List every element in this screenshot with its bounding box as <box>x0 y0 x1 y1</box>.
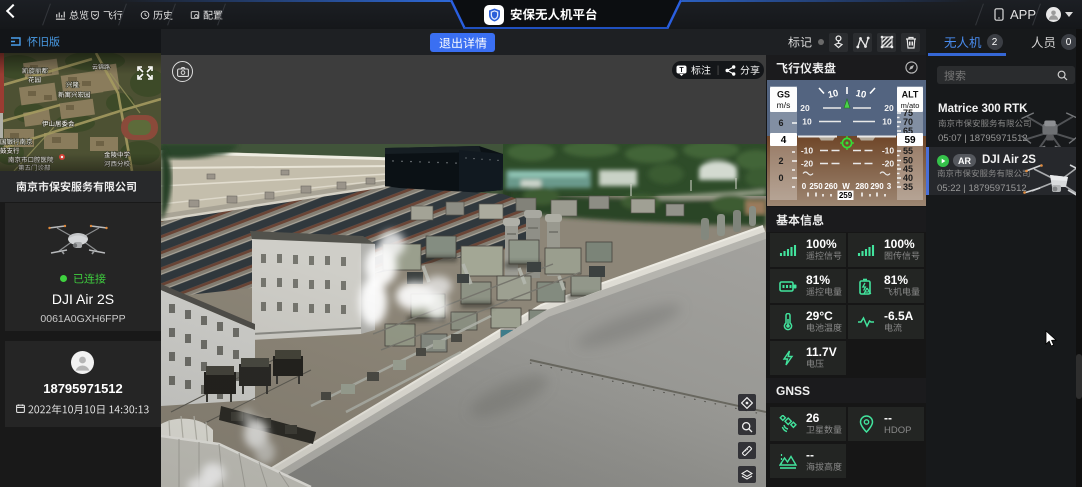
svg-text:250: 250 <box>809 182 823 191</box>
svg-text:35: 35 <box>903 182 913 192</box>
svg-text:3: 3 <box>887 182 892 191</box>
svg-text:4: 4 <box>781 135 787 146</box>
svg-text:ALT: ALT <box>902 90 919 100</box>
svg-text:T: T <box>679 67 684 74</box>
svg-text:55: 55 <box>903 146 913 156</box>
svg-text:280: 280 <box>855 182 869 191</box>
svg-text:290: 290 <box>870 182 884 191</box>
svg-text:20: 20 <box>800 103 810 113</box>
svg-text:-20: -20 <box>801 159 814 169</box>
svg-text:-20: -20 <box>882 159 895 169</box>
svg-text:GS: GS <box>777 90 790 100</box>
svg-text:10: 10 <box>882 117 892 127</box>
svg-text:259: 259 <box>839 191 853 200</box>
svg-text:260: 260 <box>824 182 838 191</box>
svg-text:0: 0 <box>778 173 783 183</box>
svg-text:10: 10 <box>802 117 812 127</box>
svg-text:2: 2 <box>778 156 783 166</box>
svg-text:-10: -10 <box>882 146 895 156</box>
svg-text:59: 59 <box>904 135 916 146</box>
svg-text:6: 6 <box>778 118 783 128</box>
svg-text:-10: -10 <box>801 146 814 156</box>
svg-text:W: W <box>842 182 850 191</box>
svg-text:10: 10 <box>855 88 868 101</box>
svg-text:m/s: m/s <box>777 100 791 110</box>
svg-text:10: 10 <box>827 88 840 101</box>
svg-text:20: 20 <box>884 103 894 113</box>
svg-text:0: 0 <box>802 182 807 191</box>
